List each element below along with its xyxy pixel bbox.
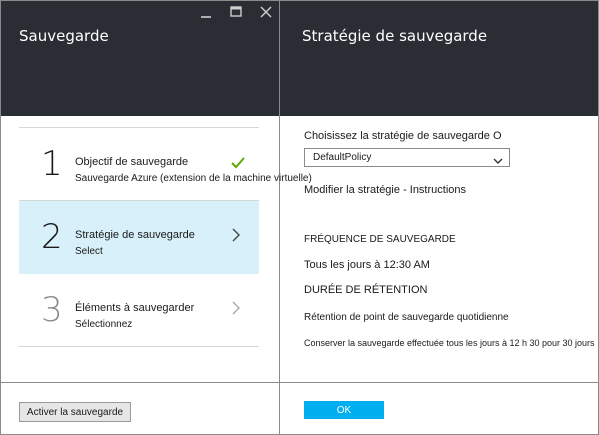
policy-dropdown[interactable]: DefaultPolicy [304,148,510,167]
step-title: Objectif de sauvegarde [75,156,189,168]
footer-divider [1,382,279,383]
close-icon[interactable] [257,3,275,21]
step-title: Éléments à sauvegarder [75,302,195,314]
window-controls [197,3,275,21]
frequency-heading: FRÉQUENCE DE SAUVEGARDE [304,234,456,245]
frequency-value: Tous les jours à 12:30 AM [304,259,430,271]
backup-blade: Sauvegarde 1 Objectif de sauvegarde Sauv… [1,1,312,434]
choose-policy-label: Choisissez la stratégie de sauvegarde O [304,130,502,142]
retention-detail: Conserver la sauvegarde effectuée tous l… [304,338,595,348]
step-subtitle: Sauvegarde Azure (extension de la machin… [75,173,312,184]
step-subtitle: Sélectionnez [75,319,133,330]
footer-divider [280,382,598,383]
step-title: Stratégie de sauvegarde [75,229,195,241]
step-backup-policy[interactable]: 2 Stratégie de sauvegarde Select [19,201,259,274]
enable-backup-button[interactable]: Activer la sauvegarde [19,402,131,422]
policy-selected-value: DefaultPolicy [313,152,372,163]
chevron-down-icon [493,153,503,164]
blade-title: Stratégie de sauvegarde [302,27,488,45]
checkmark-icon [231,156,247,174]
step-items-to-backup[interactable]: 3 Éléments à sauvegarder Sélectionnez [19,274,259,347]
step-number: 2 [41,217,63,257]
chevron-right-icon [231,300,247,318]
maximize-icon[interactable] [227,3,245,21]
policy-blade-header: Stratégie de sauvegarde [280,1,598,116]
ok-button[interactable]: OK [304,401,384,419]
retention-label: Rétention de point de sauvegarde quotidi… [304,312,509,323]
wizard-steps: 1 Objectif de sauvegarde Sauvegarde Azur… [19,127,312,347]
step-backup-goal[interactable]: 1 Objectif de sauvegarde Sauvegarde Azur… [19,128,312,201]
modify-policy-link[interactable]: Modifier la stratégie - Instructions [304,184,466,196]
blade-title: Sauvegarde [19,27,109,45]
backup-policy-blade: Stratégie de sauvegarde Choisissez la st… [280,1,598,434]
step-subtitle: Select [75,246,103,257]
chevron-right-icon [231,227,247,245]
step-number: 1 [41,144,63,184]
backup-window: Sauvegarde 1 Objectif de sauvegarde Sauv… [0,0,599,435]
retention-heading: DURÉE DE RÉTENTION [304,284,428,296]
minimize-icon[interactable] [197,3,215,21]
backup-blade-header: Sauvegarde [1,1,279,116]
step-number: 3 [41,290,63,330]
